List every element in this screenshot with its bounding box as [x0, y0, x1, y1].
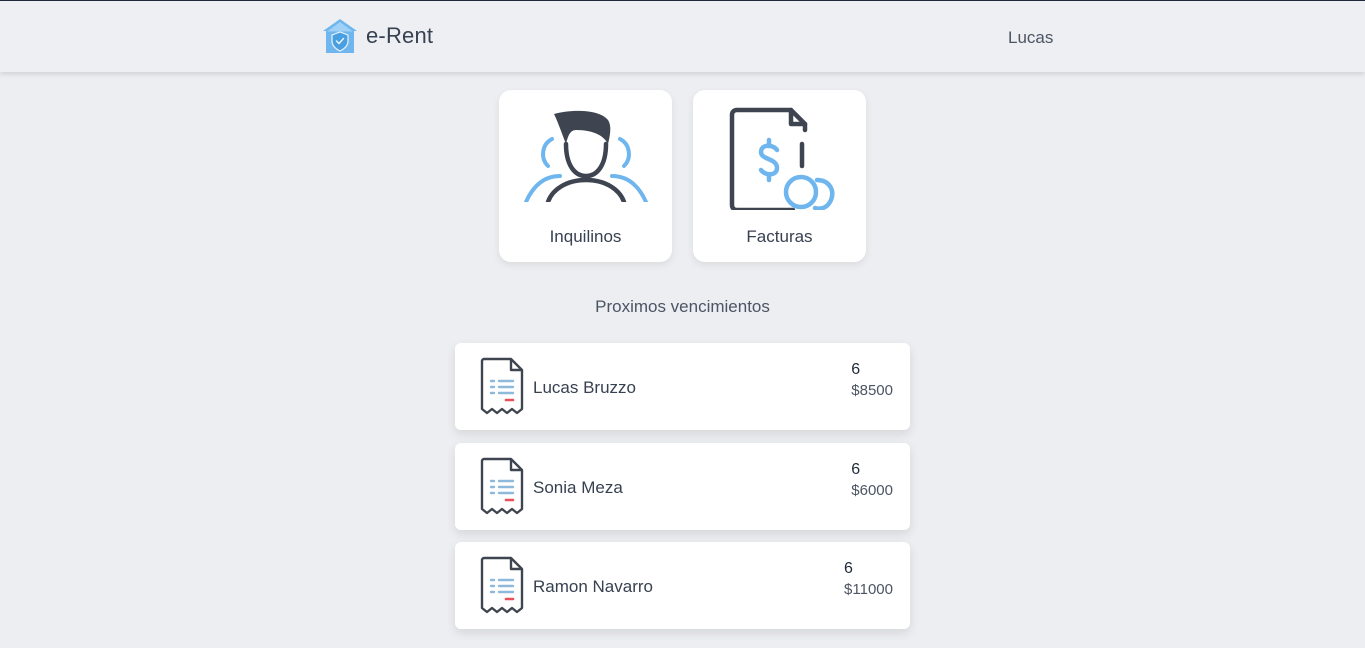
tenant-name: Lucas Bruzzo [533, 378, 636, 397]
receipt-icon [480, 357, 524, 415]
due-info: 6 $8500 [851, 360, 893, 402]
tenants-icon [523, 110, 648, 202]
tenant-name: Ramon Navarro [533, 577, 653, 596]
house-shield-icon [323, 19, 357, 53]
brand-name: e-Rent [366, 23, 434, 48]
upcoming-item[interactable]: Sonia Meza 6 $6000 [455, 443, 910, 530]
due-count: 6 [851, 461, 861, 478]
tenant-name: Sonia Meza [533, 478, 623, 497]
upcoming-item[interactable]: Lucas Bruzzo 6 $8500 [455, 343, 910, 430]
receipt-icon [480, 556, 524, 614]
due-info: 6 $6000 [851, 460, 893, 502]
invoices-tile[interactable]: Facturas [693, 90, 866, 262]
due-amount: $6000 [851, 482, 893, 499]
user-menu[interactable]: Lucas [1008, 28, 1053, 48]
due-amount: $11000 [844, 581, 893, 598]
invoice-dollar-icon [729, 107, 834, 210]
receipt-icon [480, 457, 524, 515]
tenants-tile[interactable]: Inquilinos [499, 90, 672, 262]
due-info: 6 $11000 [844, 559, 893, 601]
invoices-tile-label: Facturas [746, 227, 813, 246]
due-count: 6 [844, 560, 853, 577]
due-amount: $8500 [851, 382, 893, 399]
upcoming-item[interactable]: Ramon Navarro 6 $11000 [455, 542, 910, 629]
top-navbar: e-Rent Lucas [0, 1, 1365, 72]
tenants-tile-label: Inquilinos [549, 227, 622, 246]
brand-logo-link[interactable]: e-Rent [322, 18, 433, 54]
upcoming-due-title: Proximos vencimientos [595, 297, 770, 316]
due-count: 6 [851, 361, 861, 378]
